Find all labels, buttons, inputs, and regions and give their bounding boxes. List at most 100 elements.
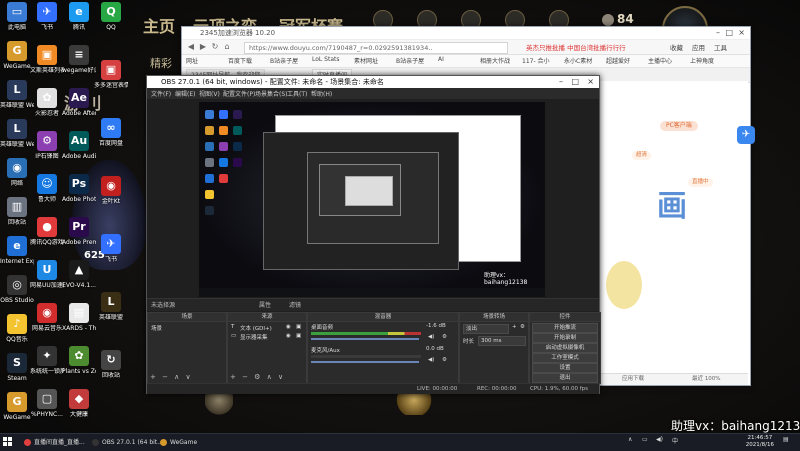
obs-preview[interactable]: 助理vx：baihang12138 — [199, 102, 545, 297]
desktop-icon[interactable]: ◉ 金叶Kt — [94, 176, 128, 205]
favorite-link[interactable]: 网址 — [186, 56, 198, 65]
favorite-link[interactable]: AI — [438, 56, 444, 63]
obs-control-button[interactable]: 工作室模式 — [532, 353, 598, 363]
feishu-float-icon[interactable]: ✈ — [737, 126, 755, 144]
favorite-link[interactable]: 117- 合小 — [522, 56, 550, 65]
gear-icon[interactable]: ⚙ — [442, 334, 447, 340]
desktop-icon[interactable]: e Internet Explorer — [0, 236, 34, 265]
pc-client-pill[interactable]: PC客户端 — [660, 121, 698, 131]
home-icon[interactable]: ⌂ — [222, 42, 232, 52]
obs-control-button[interactable]: 设置 — [532, 363, 598, 373]
desktop-icon[interactable]: ◉ 网易云音乐 — [30, 303, 64, 332]
source-dock-controls[interactable]: + − ⚙ ∧ ∨ — [230, 373, 285, 381]
desktop-icon[interactable]: L 英雄联盟 WeGame版 — [0, 80, 34, 109]
volume-icon[interactable]: ◀) — [656, 436, 663, 443]
desktop-icon[interactable]: ▲ EVO-V4.1... — [62, 260, 96, 289]
desktop-icon[interactable]: ▥ 回收站 — [0, 197, 34, 226]
eye-icon[interactable]: ◉ — [286, 333, 291, 339]
desktop-icon[interactable]: G WeGame — [0, 392, 34, 421]
favorite-link[interactable]: B站亲子屋 — [270, 56, 298, 65]
desktop-icon[interactable]: L 英雄联盟 — [94, 292, 128, 321]
lock-icon[interactable]: ▣ — [296, 333, 301, 339]
desktop-icon[interactable]: e 腾讯 — [62, 2, 96, 31]
eye-icon[interactable]: ◉ — [286, 324, 291, 330]
desktop-icon[interactable]: ☺ 鲁大师 — [30, 174, 64, 203]
desktop-icon[interactable]: ✈ 飞书 — [30, 2, 64, 31]
status-downloads[interactable]: 应用下载 — [622, 374, 644, 385]
lock-icon[interactable]: ▣ — [296, 324, 301, 330]
obs-menu-item[interactable]: 场景集合(S) — [255, 89, 288, 98]
desktop-icon[interactable]: ◉ 网络 — [0, 158, 34, 187]
menu-tools[interactable]: 工具 — [714, 42, 727, 52]
news-ticker[interactable]: 英杰只推批播 中国台湾批播行行行 — [526, 42, 626, 52]
desktop-icon[interactable]: Au Adobe Audition — [62, 131, 96, 160]
desktop-icon[interactable]: ↻ 回收站 — [94, 350, 128, 379]
desktop-icon[interactable]: Q QQ — [94, 2, 128, 31]
live-chip[interactable]: 直播中 — [688, 178, 713, 187]
obs-control-button[interactable]: 退出 — [532, 373, 598, 383]
system-clock[interactable]: 21:46:57 2021/8/16 — [746, 435, 774, 449]
gear-icon[interactable]: ⚙ — [442, 357, 447, 363]
source-item[interactable]: 文本 (GDI+) — [240, 324, 272, 332]
speaker-icon[interactable]: ◀) — [428, 334, 434, 340]
favorite-link[interactable]: 主播中心 — [648, 56, 672, 65]
desktop-icon[interactable]: ▣ 文斯英雄列表(YN4OC) — [30, 45, 64, 74]
desktop-icon[interactable]: ● 腾讯QQ游戏 — [30, 217, 64, 246]
back-icon[interactable]: ◀ — [186, 42, 196, 52]
gear-icon[interactable]: ⚙ — [520, 324, 525, 330]
desktop-icon[interactable]: ▤ XARDS - The WWII... — [62, 303, 96, 332]
tray-overflow-icon[interactable]: ∧ — [628, 436, 632, 443]
desktop-icon[interactable]: Pr Adobe Premiere — [62, 217, 96, 246]
minimize-icon[interactable]: – — [559, 76, 563, 88]
obs-menu-item[interactable]: 工具(T) — [287, 89, 307, 98]
status-zoom[interactable]: 最近 100% — [692, 374, 720, 385]
source-item[interactable]: 显示器采集 — [240, 333, 268, 341]
filters-button[interactable]: 滤镜 — [289, 300, 301, 309]
favorite-link[interactable]: 永小C素材 — [564, 56, 592, 65]
browser-titlebar[interactable]: 2345加速浏览器 10.20 – □ × — [182, 27, 750, 40]
favorite-link[interactable]: 上神角度 — [690, 56, 714, 65]
volume-slider[interactable] — [311, 361, 419, 363]
desktop-icon[interactable]: ≡ wegame好设置 — [62, 45, 96, 74]
refresh-icon[interactable]: ↻ — [210, 42, 220, 52]
properties-button[interactable]: 属性 — [259, 300, 271, 309]
quality-chip[interactable]: 超清 — [632, 151, 652, 160]
windows-start-icon[interactable] — [3, 437, 13, 447]
taskbar-app[interactable]: OBS 27.0.1 (64 bit... — [90, 435, 163, 450]
transition-select[interactable]: 淡出 — [463, 324, 509, 334]
desktop-icon[interactable]: ✦ 系统统一锁屏面板 — [30, 346, 64, 375]
scene-dock-controls[interactable]: + − ∧ ∨ — [150, 373, 193, 381]
maximize-icon[interactable]: □ — [725, 27, 733, 39]
desktop-icon[interactable]: L 英雄联盟 WeGame版 — [0, 119, 34, 148]
obs-menu-item[interactable]: 配置文件(P) — [223, 89, 255, 98]
favorite-link[interactable]: 超越爱好 — [606, 56, 630, 65]
desktop-icon[interactable]: ▢ %PHYNC... — [30, 389, 64, 418]
scene-item[interactable]: 场景 — [151, 324, 162, 332]
obs-menu-item[interactable]: 编辑(E) — [175, 89, 195, 98]
desktop-icon[interactable]: Ae Adobe After Effects 2020 — [62, 88, 96, 117]
favorite-link[interactable]: 百度下载 — [228, 56, 252, 65]
desktop-icon[interactable]: ∞ 百度网盘 — [94, 118, 128, 147]
obs-menu-item[interactable]: 文件(F) — [151, 89, 171, 98]
desktop-icon[interactable]: ▣ 多多迷宫表情包 — [94, 60, 128, 89]
desktop-icon[interactable]: ◎ OBS Studio — [0, 275, 34, 304]
desktop-icon[interactable]: ⚙ IP石锋图 — [30, 131, 64, 160]
desktop-icon[interactable]: ✈ 飞书 — [94, 234, 128, 263]
notification-icon[interactable]: ▤ — [783, 436, 789, 443]
speaker-icon[interactable]: ◀) — [428, 357, 434, 363]
menu-favorites[interactable]: 收藏 — [670, 42, 683, 52]
favorite-link[interactable]: 素材网址 — [354, 56, 378, 65]
close-icon[interactable]: × — [738, 27, 745, 39]
desktop-icon[interactable]: ✿ Plants vs Zombies G... — [62, 346, 96, 375]
taskbar-app[interactable]: WeGame — [158, 435, 197, 450]
favorite-link[interactable]: 相册大作战 — [480, 56, 510, 65]
desktop-icon[interactable]: ✿ 火影忍者 — [30, 88, 64, 117]
favorite-link[interactable]: B站亲子屋 — [396, 56, 424, 65]
menu-apps[interactable]: 应用 — [692, 42, 705, 52]
favorite-link[interactable]: LoL Stats — [312, 56, 339, 63]
volume-slider[interactable] — [311, 338, 419, 340]
address-bar[interactable]: https://www.douyu.com/7190487_r=0.029259… — [244, 42, 508, 54]
obs-menu-item[interactable]: 帮助(H) — [311, 89, 332, 98]
desktop-icon[interactable]: S Steam — [0, 353, 34, 382]
minimize-icon[interactable]: – — [716, 27, 720, 39]
